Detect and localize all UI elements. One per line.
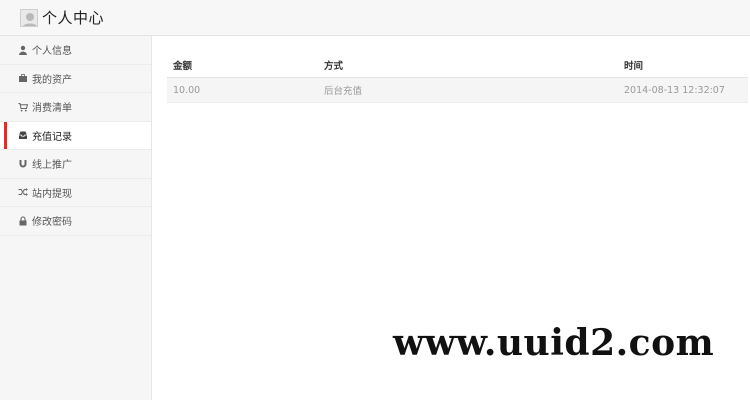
user-avatar-icon (20, 8, 38, 27)
table-header: 金额 方式 时间 (167, 52, 748, 78)
sidebar-item-label: 消费清单 (32, 103, 72, 115)
sidebar-item-recharge[interactable]: 充值记录 (0, 121, 151, 150)
sidebar-item-assets[interactable]: 我的资产 (0, 64, 151, 93)
shuffle-icon (18, 187, 28, 197)
sidebar-item-promotion[interactable]: 线上推广 (0, 150, 151, 179)
sidebar-item-consumption[interactable]: 消费清单 (0, 93, 151, 122)
sidebar-item-profile[interactable]: 个人信息 (0, 36, 151, 65)
cell-amount: 10.00 (173, 84, 201, 96)
sidebar-item-label: 充值记录 (32, 131, 72, 143)
sidebar-item-label: 我的资产 (32, 74, 72, 86)
cart-icon (18, 102, 28, 112)
column-header-amount: 金额 (173, 60, 193, 72)
column-header-method: 方式 (324, 60, 344, 72)
column-header-time: 时间 (624, 60, 644, 72)
inbox-icon (18, 130, 28, 140)
sidebar-item-label: 修改密码 (32, 217, 72, 229)
sidebar-item-withdraw[interactable]: 站内提现 (0, 178, 151, 207)
page-header: 个人中心 (0, 0, 750, 36)
lock-icon (18, 216, 28, 226)
briefcase-icon (18, 73, 28, 83)
cell-time: 2014-08-13 12:32:07 (624, 84, 725, 96)
recharge-table: 金额 方式 时间 10.00 后台充值 2014-08-13 12:32:07 (167, 52, 748, 103)
cell-method: 后台充值 (324, 86, 363, 97)
table-row: 10.00 后台充值 2014-08-13 12:32:07 (167, 78, 748, 103)
sidebar-item-label: 线上推广 (32, 160, 72, 172)
magnet-icon (18, 159, 28, 169)
page-title: 个人中心 (42, 9, 105, 27)
user-icon (18, 45, 28, 55)
sidebar-item-label: 站内提现 (32, 188, 72, 200)
sidebar: 个人信息 我的资产 消费清单 充值记录 线上推广 站内提现 修改密码 (0, 36, 152, 400)
watermark-text: www.uuid2.com (393, 322, 715, 364)
sidebar-item-label: 个人信息 (32, 46, 72, 58)
sidebar-item-password[interactable]: 修改密码 (0, 207, 151, 236)
